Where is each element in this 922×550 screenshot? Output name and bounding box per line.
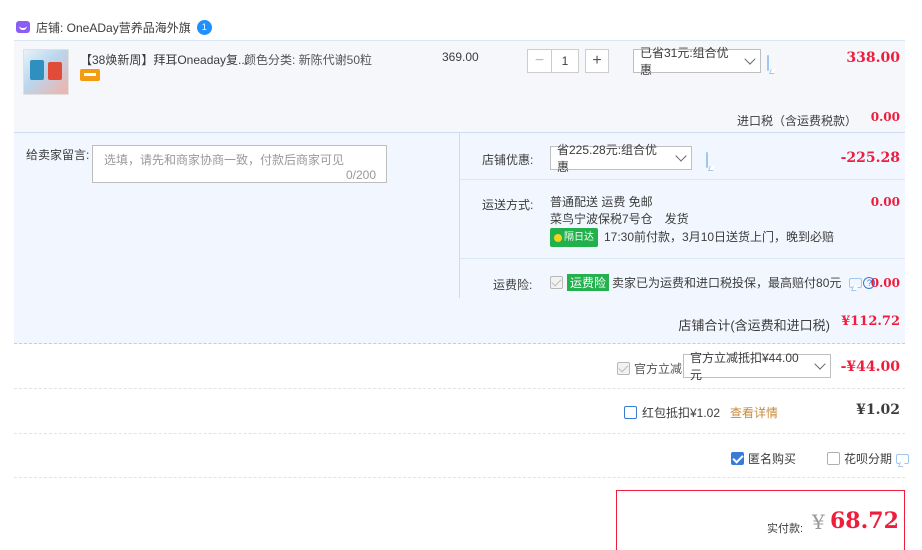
next-day-badge: 隔日达 [550,228,598,247]
insurance-badge: 运费险 [567,274,610,291]
divider [14,433,905,434]
official-discount-label: 官方立减 [634,362,683,376]
card-payment-icon [80,69,100,81]
import-tax-row: 进口税（含运费税款） 0.00 [14,102,905,132]
official-discount-row: 官方立减 [617,360,682,377]
wangwang-chat-icon[interactable]: 1 [196,19,212,35]
product-thumbnail[interactable] [23,49,69,95]
shop-discount-select-value: 省225.28元:组合优惠 [557,143,658,174]
red-packet-value: ¥1.02 [856,402,900,418]
insurance-text: 卖家已为运费和进口税投保，最高赔付80元 [612,276,842,290]
divider [14,477,905,478]
red-packet-label: 红包抵扣¥1.02 [642,406,721,420]
comment-icon[interactable] [706,152,708,168]
shop-header: 店铺: OneADay营养品海外旗 1 [14,14,905,40]
panel-divider [459,132,460,298]
huabei-label: 花呗分期 [844,452,893,466]
anonymous-option: 匿名购买 [731,450,796,467]
divider [460,258,905,259]
huabei-checkbox[interactable] [827,452,840,465]
shipping-method: 普通配送 运费 免邮 [550,195,653,209]
item-promo-select[interactable]: 已省31元:组合优惠 [633,46,761,77]
huabei-option: 花呗分期 [827,450,910,467]
shipping-delivery-text: 17:30前付款，3月10日送货上门，晚到必赔 [604,230,835,244]
quantity-increase-button[interactable]: + [585,49,609,73]
chevron-down-icon [675,150,687,162]
official-discount-value: -¥44.00 [840,359,900,375]
insurance-label: 运费险: [493,278,533,292]
insurance-value: 0.00 [870,276,900,290]
order-item-row: 【38焕新周】拜耳Oneaday复... 颜色分类: 新陈代谢50粒 369.0… [14,40,905,102]
shipping-label: 运送方式: [482,198,534,212]
shop-name[interactable]: 店铺: OneADay营养品海外旗 [36,19,191,36]
shipping-value: 0.00 [870,195,900,209]
final-payment-value: 68.72 [830,508,899,534]
next-day-badge-text: 隔日达 [564,232,594,243]
shop-icon [16,21,30,33]
buyer-message-placeholder: 选填，请先和商家协商一致，付款后商家可见 [104,153,345,167]
shop-total-label: 店铺合计(含运费和进口税) [678,318,830,333]
shop-total-row: 店铺合计(含运费和进口税) ¥112.72 [14,298,905,344]
product-title[interactable]: 【38焕新周】拜耳Oneaday复... [80,51,248,68]
import-tax-label: 进口税（含运费税款） [736,114,857,128]
buyer-message-count: 0/200 [346,168,377,182]
quantity-input[interactable]: 1 [551,49,579,73]
official-discount-select[interactable]: 官方立减抵扣¥44.00元 [683,351,831,382]
insurance-row: 运费险 卖家已为运费和进口税投保，最高赔付80元 ? [550,274,876,291]
comment-icon[interactable] [849,277,863,288]
shop-discount-value: -225.28 [840,150,900,166]
shop-total-value: ¥112.72 [841,314,900,329]
red-packet-checkbox[interactable] [624,406,637,419]
buyer-message-label: 给卖家留言: [26,148,90,162]
quantity-stepper: − 1 + [527,49,609,73]
item-subtotal: 338.00 [846,50,900,66]
shop-discount-label: 店铺优惠: [482,153,534,167]
anonymous-label: 匿名购买 [748,452,797,466]
anonymous-checkbox[interactable] [731,452,744,465]
unit-price: 369.00 [442,50,479,64]
divider [14,388,905,389]
lightning-icon [554,233,562,242]
red-packet-row: 红包抵扣¥1.02 查看详情 [624,404,778,421]
final-payment-label: 实付款: [767,523,804,535]
quantity-decrease-button[interactable]: − [527,49,551,73]
official-discount-select-value: 官方立减抵扣¥44.00元 [690,351,799,382]
official-discount-checkbox[interactable] [617,362,630,375]
shipping-delivery: 隔日达 17:30前付款，3月10日送货上门，晚到必赔 [550,228,834,247]
insurance-checkbox[interactable] [550,276,563,289]
shipping-warehouse: 菜鸟宁波保税7号仓 发货 [550,212,689,226]
product-sku: 颜色分类: 新陈代谢50粒 [244,53,373,67]
divider [460,179,905,180]
import-tax-value: 0.00 [870,110,900,124]
chevron-down-icon [744,53,756,65]
comment-icon[interactable] [896,453,910,464]
comment-icon[interactable] [767,55,769,71]
shop-discount-select[interactable]: 省225.28元:组合优惠 [550,143,692,174]
chevron-down-icon [814,358,826,370]
red-packet-details-link[interactable]: 查看详情 [730,404,778,421]
final-payment-currency: ¥ [812,510,825,534]
item-promo-select-value: 已省31元:组合优惠 [640,46,729,77]
